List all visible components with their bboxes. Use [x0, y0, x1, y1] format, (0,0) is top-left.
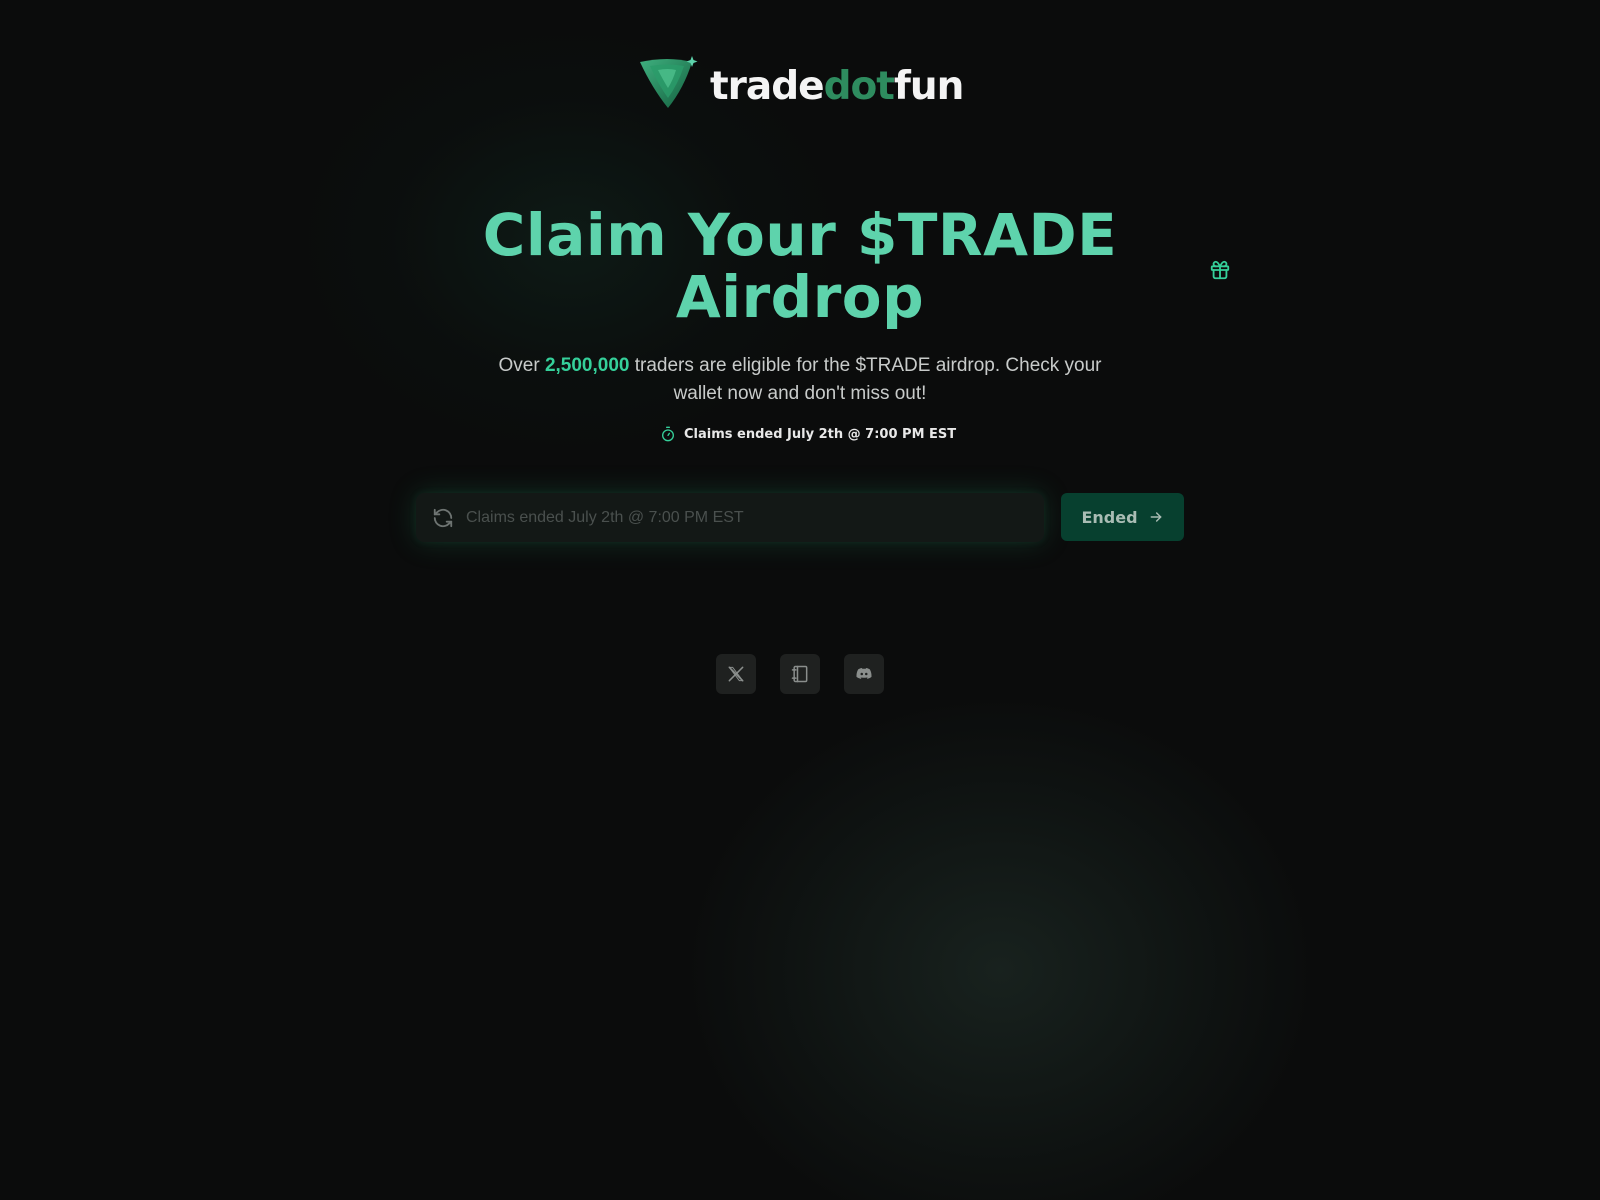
- triangle-logo-icon: [640, 56, 698, 108]
- docs-link-button[interactable]: [780, 654, 820, 694]
- refresh-icon: [433, 508, 453, 527]
- x-icon: [728, 666, 744, 682]
- brand-logo[interactable]: tradedotfun: [638, 54, 964, 114]
- x-link-button[interactable]: [716, 654, 756, 694]
- subtitle-prefix: Over: [498, 355, 540, 376]
- discord-icon: [856, 668, 872, 679]
- page: tradedotfun Claim Your $TRADE Airdrop Ov…: [0, 0, 1600, 1200]
- arrow-right-icon: [1150, 512, 1161, 522]
- brand-part-dot: dot: [823, 63, 895, 109]
- subtitle-line2: wallet now and don't miss out!: [673, 383, 927, 404]
- wallet-address-input[interactable]: [466, 493, 1044, 542]
- claims-deadline: Claims ended July 2th @ 7:00 PM EST: [660, 424, 956, 444]
- subtitle-line1-suffix: traders are eligible for the $TRADE aird…: [634, 355, 1102, 376]
- eligible-count: 2,500,000: [544, 355, 630, 376]
- brand-wordmark: tradedotfun: [710, 63, 964, 109]
- stopwatch-icon: [662, 426, 674, 442]
- brand-part-trade: trade: [710, 63, 825, 109]
- deadline-text: Claims ended July 2th @ 7:00 PM EST: [684, 426, 957, 442]
- brand-part-fun: fun: [893, 63, 964, 109]
- wallet-input-container[interactable]: [416, 493, 1044, 542]
- hero-subtitle: Over 2,500,000 traders are eligible for …: [460, 352, 1140, 408]
- ended-button-label: Ended: [1081, 507, 1138, 527]
- social-links: [716, 654, 884, 694]
- hero-title-line1: Claim Your $TRADE: [482, 201, 1118, 269]
- gift-icon: [1210, 260, 1230, 280]
- hero-title: Claim Your $TRADE Airdrop: [400, 204, 1200, 328]
- discord-link-button[interactable]: [844, 654, 884, 694]
- ended-button[interactable]: Ended: [1061, 493, 1184, 541]
- background-glow-bottom: [690, 700, 1310, 1200]
- docs-icon: [791, 665, 808, 683]
- hero-title-line2: Airdrop: [675, 263, 925, 331]
